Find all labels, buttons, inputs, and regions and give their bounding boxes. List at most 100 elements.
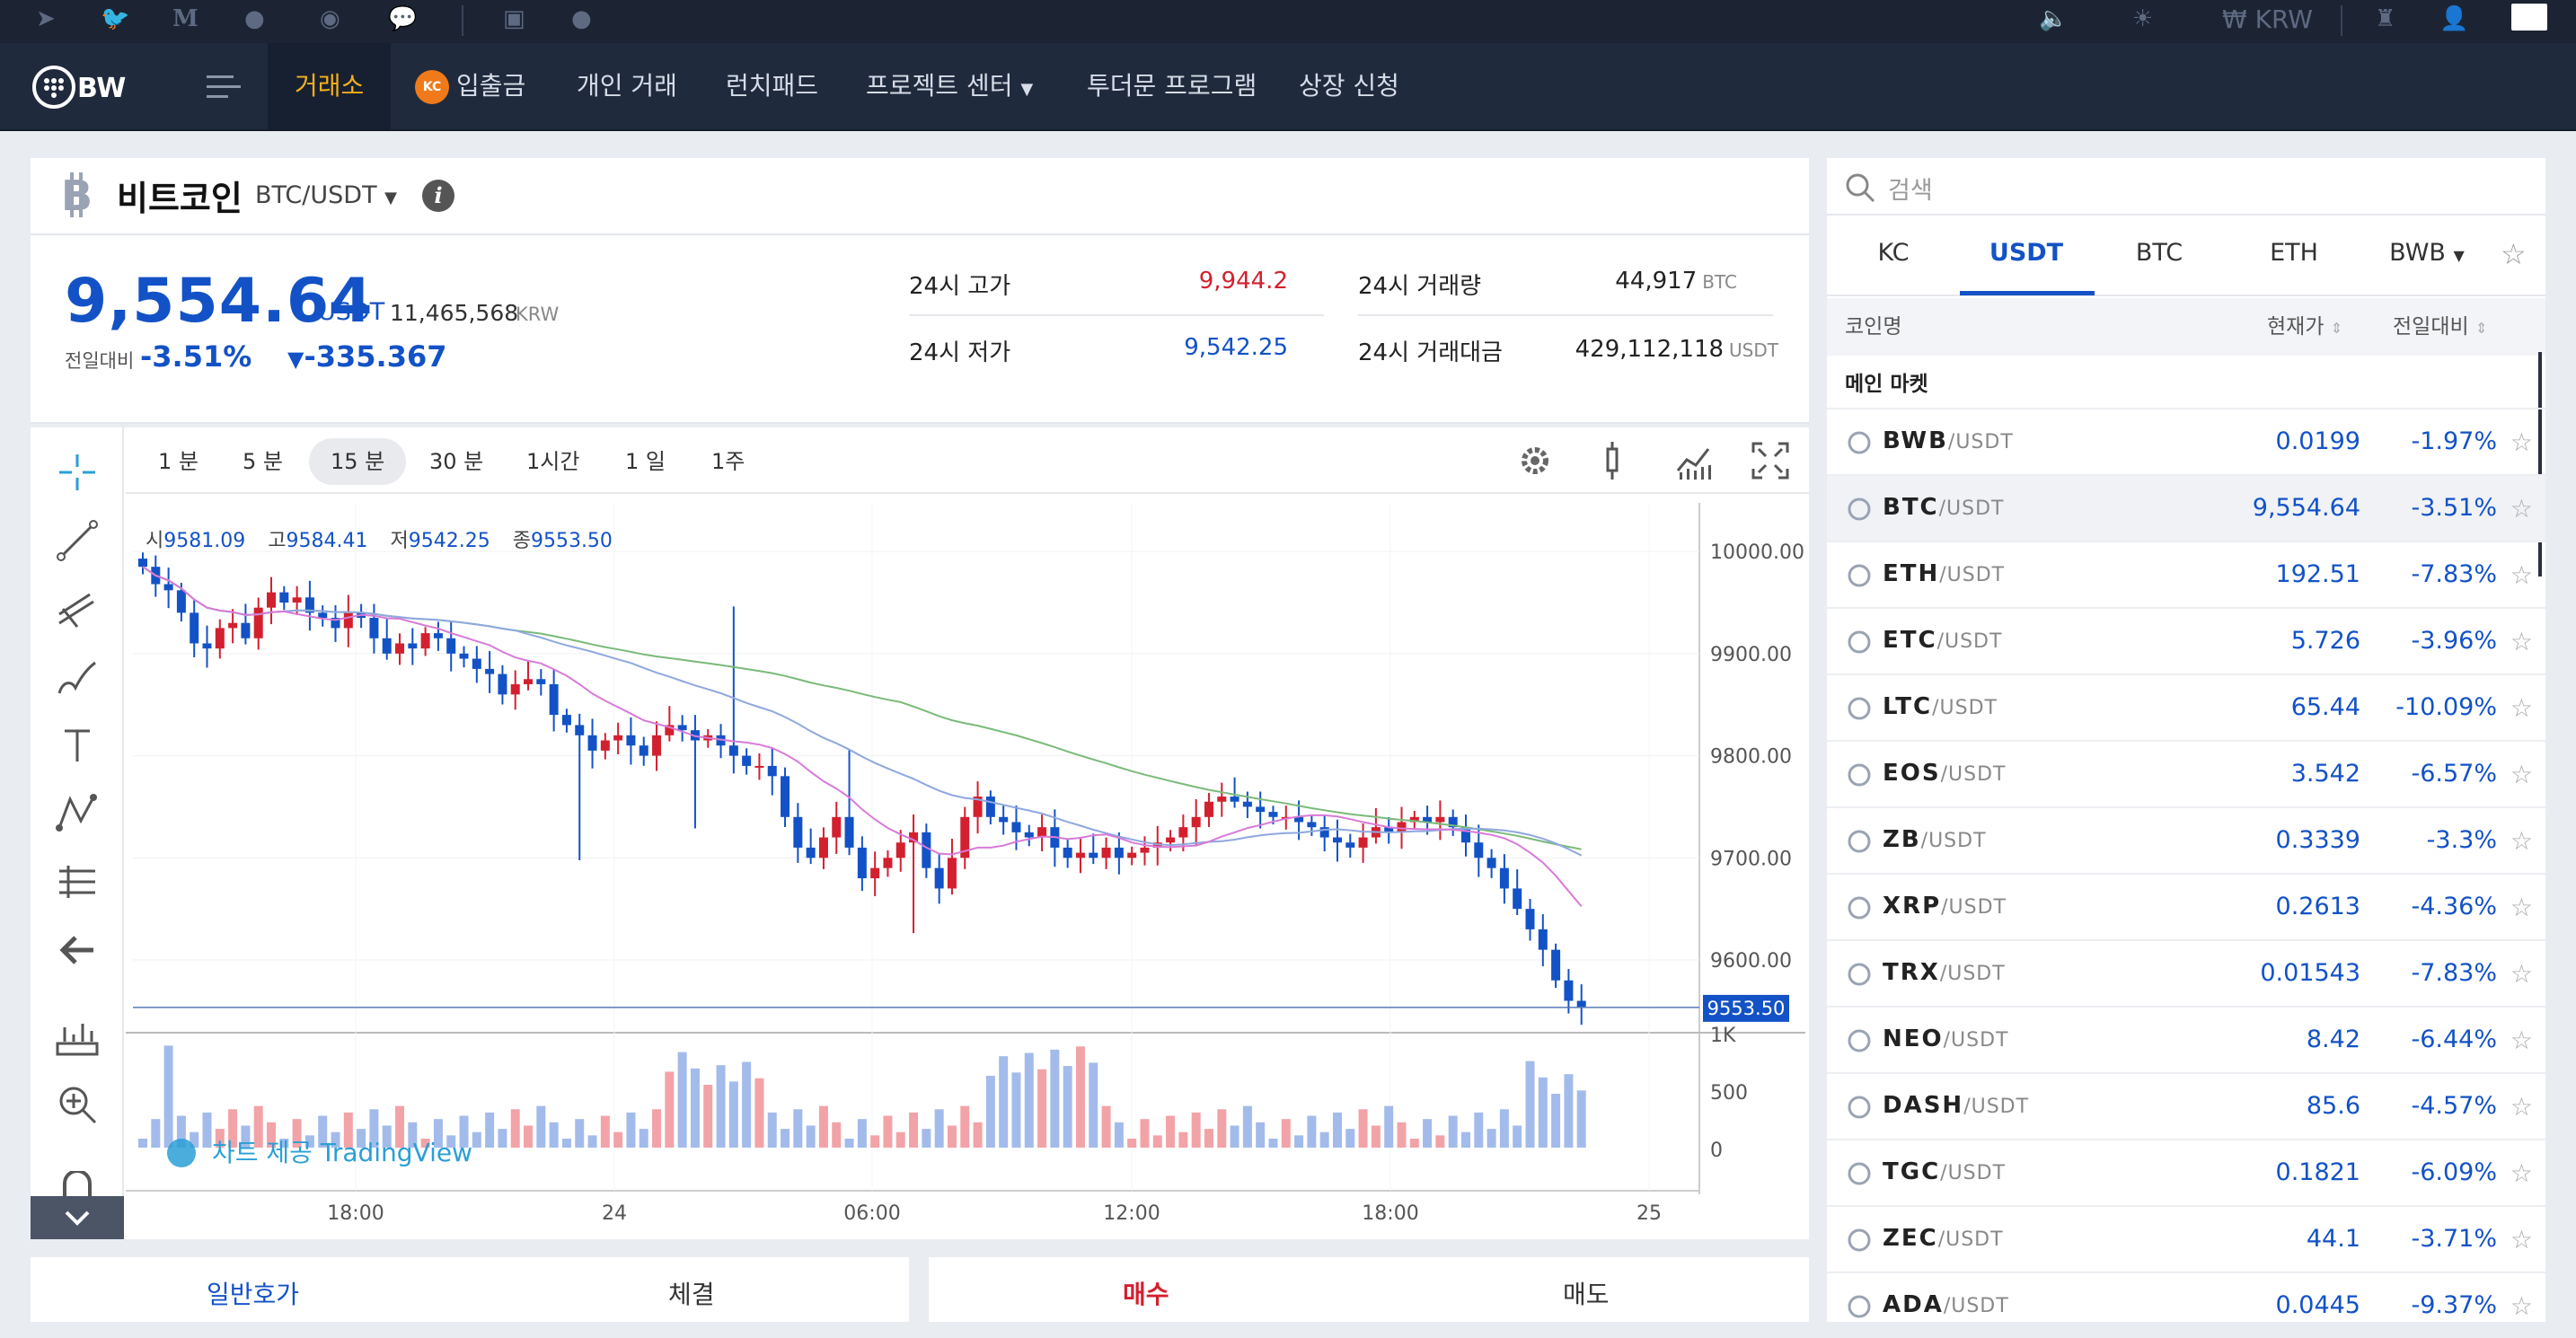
favorites-star-icon[interactable]: ☆ bbox=[2501, 237, 2527, 271]
favorite-star-icon[interactable]: ☆ bbox=[2510, 959, 2533, 989]
favorite-star-icon[interactable]: ☆ bbox=[2510, 1291, 2533, 1321]
market-row[interactable]: EOS/USDT 3.542 -6.57% ☆ bbox=[1827, 740, 2545, 806]
volume-bar bbox=[510, 1109, 520, 1148]
symbol-base: ADA bbox=[1883, 1291, 1944, 1318]
candle-up bbox=[1217, 797, 1227, 802]
android-icon[interactable]: ▣ bbox=[503, 5, 525, 32]
volume-bar bbox=[754, 1078, 764, 1148]
favorite-star-icon[interactable]: ☆ bbox=[2510, 1225, 2533, 1254]
nav-exchange[interactable]: 거래소 bbox=[268, 43, 392, 129]
market-row[interactable]: ETH/USDT 192.51 -7.83% ☆ bbox=[1827, 541, 2545, 607]
volume-bar bbox=[857, 1119, 867, 1148]
info-icon[interactable]: i bbox=[422, 180, 454, 212]
timeframe-5m[interactable]: 5 분 bbox=[221, 438, 304, 485]
market-row[interactable]: XRP/USDT 0.2613 -4.36% ☆ bbox=[1827, 873, 2545, 939]
tab-trades[interactable]: 체결 bbox=[668, 1275, 715, 1311]
price-chart[interactable]: 10000.00 9900.00 9800.00 9700.00 9600.00 1K 50… bbox=[126, 503, 1809, 1239]
market-row[interactable]: ZB/USDT 0.3339 -3.3% ☆ bbox=[1827, 806, 2545, 873]
chat-icon[interactable]: 💬 bbox=[388, 5, 417, 32]
timeframe-1d[interactable]: 1 일 bbox=[604, 438, 687, 485]
trend-line-icon[interactable] bbox=[54, 517, 101, 564]
market-row[interactable]: ETC/USDT 5.726 -3.96% ☆ bbox=[1827, 607, 2545, 673]
bw-logo[interactable]: BW bbox=[32, 63, 140, 111]
user-icon[interactable]: 👤 bbox=[2439, 5, 2468, 32]
market-row[interactable]: TGC/USDT 0.1821 -6.09% ☆ bbox=[1827, 1139, 2545, 1205]
favorite-star-icon[interactable]: ☆ bbox=[2510, 427, 2533, 457]
ruler-icon[interactable] bbox=[54, 1015, 101, 1061]
favorite-star-icon[interactable]: ☆ bbox=[2510, 1026, 2533, 1055]
tab-usdt[interactable]: USDT bbox=[1960, 239, 2093, 267]
tab-eth[interactable]: ETH bbox=[2228, 239, 2360, 267]
measure-tool-icon[interactable] bbox=[54, 858, 101, 905]
timeframe-30m[interactable]: 30 분 bbox=[408, 438, 505, 485]
market-row[interactable]: ADA/USDT 0.0445 -9.37% ☆ bbox=[1827, 1272, 2545, 1338]
market-symbol: ETH/USDT bbox=[1883, 560, 2005, 587]
theme-icon[interactable]: ☀ bbox=[2132, 5, 2153, 32]
notification-icon[interactable]: 🔈 bbox=[2039, 5, 2068, 32]
timeframe-1m[interactable]: 1 분 bbox=[137, 438, 220, 485]
tab-buy[interactable]: 매수 bbox=[1123, 1275, 1169, 1311]
market-row[interactable]: NEO/USDT 8.42 -6.44% ☆ bbox=[1827, 1006, 2545, 1072]
nav-project-center[interactable]: 프로젝트 센터 ▼ bbox=[839, 43, 1060, 129]
market-row[interactable]: DASH/USDT 85.6 -4.57% ☆ bbox=[1827, 1072, 2545, 1139]
tab-kc[interactable]: KC bbox=[1827, 239, 1960, 267]
fib-tool-icon[interactable] bbox=[54, 585, 101, 632]
timeframe-15m[interactable]: 15 분 bbox=[309, 438, 407, 485]
favorite-star-icon[interactable]: ☆ bbox=[2510, 560, 2533, 590]
favorite-star-icon[interactable]: ☆ bbox=[2510, 760, 2533, 789]
text-tool-icon[interactable] bbox=[54, 722, 101, 769]
fullscreen-icon[interactable] bbox=[1748, 438, 1793, 483]
korea-flag-icon[interactable] bbox=[2511, 4, 2547, 31]
apple-icon[interactable]: ● bbox=[571, 5, 592, 32]
menu-icon[interactable] bbox=[207, 74, 241, 101]
favorite-star-icon[interactable]: ☆ bbox=[2510, 693, 2533, 723]
search-input[interactable]: 검색 bbox=[1888, 171, 1933, 206]
back-arrow-icon[interactable] bbox=[54, 927, 101, 973]
currency-selector[interactable]: ₩ KRW bbox=[2222, 4, 2313, 34]
reddit-icon[interactable]: ● bbox=[244, 5, 265, 32]
toolbar-collapse-button[interactable] bbox=[31, 1196, 124, 1239]
timeframe-1w[interactable]: 1주 bbox=[690, 438, 766, 485]
favorite-star-icon[interactable]: ☆ bbox=[2510, 1092, 2533, 1122]
favorite-star-icon[interactable]: ☆ bbox=[2510, 494, 2533, 524]
wallet-icon[interactable]: ♜ bbox=[2375, 5, 2395, 32]
volume-unit: BTC bbox=[1702, 271, 1737, 293]
magnet-icon[interactable] bbox=[54, 1171, 101, 1196]
col-change-header[interactable]: 전일대비 ⇕ bbox=[2393, 309, 2487, 339]
volume-bar bbox=[883, 1115, 893, 1148]
medium-icon[interactable]: M bbox=[172, 5, 198, 32]
pattern-tool-icon[interactable] bbox=[54, 790, 101, 837]
market-row[interactable]: BWB/USDT 0.0199 -1.97% ☆ bbox=[1827, 408, 2545, 474]
favorite-star-icon[interactable]: ☆ bbox=[2510, 1158, 2533, 1188]
settings-gear-icon[interactable] bbox=[1513, 438, 1557, 483]
timeframe-1h[interactable]: 1시간 bbox=[505, 438, 601, 485]
brush-icon[interactable] bbox=[54, 654, 101, 700]
nav-listing-apply[interactable]: 상장 신청 bbox=[1272, 43, 1426, 129]
nav-deposit[interactable]: KC 입출금 bbox=[388, 43, 552, 129]
nav-p2p[interactable]: 개인 거래 bbox=[550, 43, 704, 129]
tab-orderbook[interactable]: 일반호가 bbox=[207, 1275, 299, 1311]
market-row[interactable]: ZEC/USDT 44.1 -3.71% ☆ bbox=[1827, 1205, 2545, 1272]
tab-sell[interactable]: 매도 bbox=[1563, 1275, 1610, 1311]
pair-selector[interactable]: BTC/USDT ▼ bbox=[255, 181, 397, 209]
candle-type-icon[interactable] bbox=[1590, 438, 1635, 483]
indicators-icon[interactable] bbox=[1672, 438, 1717, 483]
crosshair-icon[interactable] bbox=[54, 449, 101, 496]
market-row[interactable]: BTC/USDT 9,554.64 -3.51% ☆ bbox=[1827, 474, 2545, 541]
tab-btc[interactable]: BTC bbox=[2093, 239, 2226, 267]
telegram-icon[interactable]: ➤ bbox=[36, 5, 56, 32]
favorite-star-icon[interactable]: ☆ bbox=[2510, 826, 2533, 856]
nav-launchpad[interactable]: 런치패드 bbox=[699, 43, 845, 129]
candle-down bbox=[1576, 1000, 1586, 1008]
tab-bwb[interactable]: BWB ▼ bbox=[2360, 239, 2493, 267]
market-row[interactable]: LTC/USDT 65.44 -10.09% ☆ bbox=[1827, 673, 2545, 740]
nav-to-the-moon[interactable]: 투더문 프로그램 bbox=[1060, 43, 1284, 129]
twitter-icon[interactable]: 🐦 bbox=[101, 5, 129, 32]
market-row[interactable]: TRX/USDT 0.01543 -7.83% ☆ bbox=[1827, 939, 2545, 1006]
col-price-header[interactable]: 현재가 ⇕ bbox=[2267, 309, 2342, 339]
market-search[interactable] bbox=[1827, 158, 2545, 216]
favorite-star-icon[interactable]: ☆ bbox=[2510, 627, 2533, 656]
zoom-in-icon[interactable] bbox=[54, 1081, 101, 1128]
favorite-star-icon[interactable]: ☆ bbox=[2510, 893, 2533, 922]
weibo-icon[interactable]: ◉ bbox=[320, 5, 340, 32]
